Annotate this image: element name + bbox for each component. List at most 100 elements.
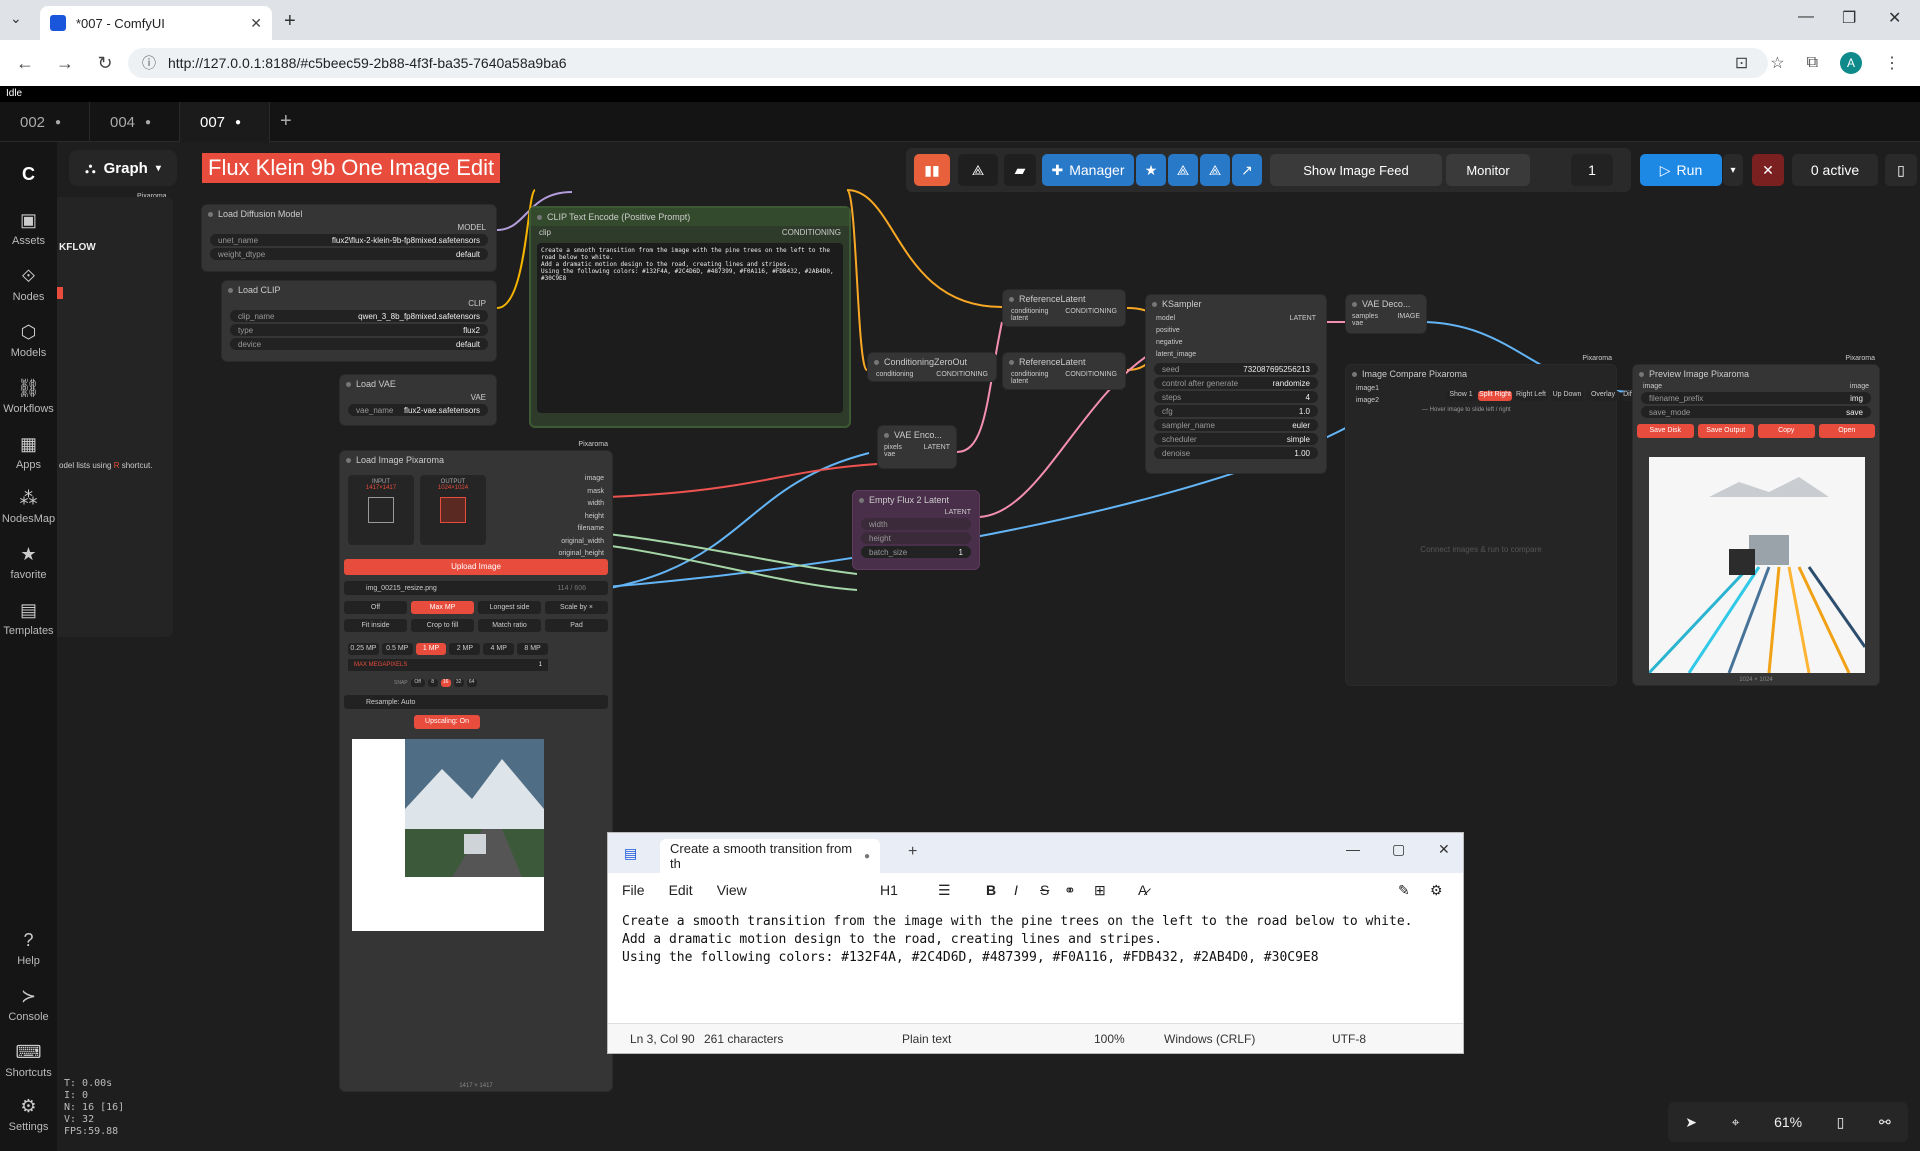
- sidebar-item-shortcuts[interactable]: ⌨ Shortcuts: [0, 1042, 57, 1079]
- italic-icon[interactable]: I: [1014, 882, 1018, 898]
- graph-mode-toggle[interactable]: ⛬ Graph ▾: [69, 150, 177, 186]
- fit-mode-button[interactable]: Fit inside: [344, 619, 407, 632]
- output-mask[interactable]: mask: [558, 486, 604, 499]
- minimap-icon[interactable]: ▯: [1837, 1114, 1845, 1131]
- sidebar-item-assets[interactable]: ▣ Assets: [0, 210, 57, 247]
- star-icon[interactable]: ★: [1136, 154, 1166, 186]
- sidebar-item-apps[interactable]: ▦ Apps: [0, 434, 57, 471]
- notepad-new-tab-icon[interactable]: +: [908, 843, 917, 861]
- input-clip[interactable]: clip: [539, 228, 551, 237]
- snap-button[interactable]: Off: [410, 679, 425, 687]
- resize-mode-button[interactable]: Max MP: [411, 601, 474, 614]
- extensions-icon[interactable]: ⧉: [1807, 54, 1818, 72]
- save-output-button[interactable]: Save Output: [1697, 424, 1754, 438]
- restore-icon[interactable]: ❐: [1842, 8, 1856, 28]
- output-filename[interactable]: filename: [558, 523, 604, 536]
- share-icon[interactable]: ↗: [1232, 154, 1262, 186]
- max-megapixels-field[interactable]: MAX MEGAPIXELS 1: [348, 659, 548, 671]
- strikethrough-icon[interactable]: S: [1040, 882, 1049, 898]
- upload-image-button[interactable]: Upload Image: [344, 559, 608, 575]
- copilot-icon[interactable]: ✎: [1398, 882, 1410, 899]
- input-pixels[interactable]: pixels: [884, 444, 902, 451]
- input-image[interactable]: image: [1643, 383, 1662, 390]
- prompt-textarea[interactable]: Create a smooth transition from the imag…: [537, 243, 843, 413]
- widget-save-mode[interactable]: save_mode save: [1641, 406, 1871, 418]
- menu-view[interactable]: View: [717, 882, 747, 898]
- link-icon[interactable]: ⚭: [1064, 882, 1076, 899]
- mp-preset-button[interactable]: 0.25 MP: [348, 643, 379, 655]
- input-negative[interactable]: negative: [1156, 337, 1316, 349]
- output-conditioning[interactable]: CONDITIONING: [1065, 308, 1117, 315]
- sidebar-item-favorite[interactable]: ★ favorite: [0, 544, 57, 581]
- widget-batch-size[interactable]: batch_size 1: [861, 546, 971, 558]
- node-ksampler[interactable]: KSampler LATENT model positive negative …: [1145, 294, 1327, 474]
- node-vae-decode[interactable]: VAE Deco... samples IMAGE vae: [1345, 294, 1427, 334]
- mp-preset-button[interactable]: 2 MP: [449, 643, 481, 655]
- widget-weight-dtype[interactable]: weight_dtype default: [210, 248, 488, 260]
- bookmark-star-icon[interactable]: ☆: [1770, 53, 1784, 73]
- output-height[interactable]: height: [558, 511, 604, 524]
- node-load-clip[interactable]: Load CLIP CLIP clip_name qwen_3_8b_fp8mix…: [221, 280, 497, 362]
- mp-preset-button[interactable]: 1 MP: [415, 643, 447, 655]
- list-icon[interactable]: ☰: [938, 882, 951, 899]
- model-icon[interactable]: ⟁: [1168, 154, 1198, 186]
- input-vae[interactable]: vae: [878, 451, 956, 458]
- heading-dropdown[interactable]: H1: [880, 882, 898, 898]
- open-button[interactable]: Open: [1818, 424, 1875, 438]
- node-load-vae[interactable]: Load VAE VAE vae_name flux2-vae.safetenso…: [339, 374, 497, 426]
- output-latent[interactable]: LATENT: [1290, 315, 1316, 322]
- snap-button[interactable]: 8: [427, 679, 438, 687]
- fit-mode-button[interactable]: Match ratio: [478, 619, 541, 632]
- workflow-tab-active[interactable]: 007 ●: [180, 102, 270, 142]
- input-conditioning[interactable]: conditioning: [876, 371, 913, 378]
- file-selector[interactable]: img_00215_resize.png 114 / 606: [344, 581, 608, 595]
- node-reference-latent[interactable]: ReferenceLatent conditioning CONDITIONING…: [1002, 352, 1126, 390]
- widget-type[interactable]: type flux2: [230, 324, 488, 336]
- output-image[interactable]: image: [1850, 383, 1869, 390]
- run-options-chevron-icon[interactable]: ▾: [1723, 154, 1743, 186]
- compare-mode-button[interactable]: Right Left: [1514, 391, 1548, 401]
- browser-tab[interactable]: *007 - ComfyUI ✕: [40, 6, 272, 40]
- sidebar-item-settings[interactable]: ⚙ Settings: [0, 1096, 57, 1133]
- site-info-icon[interactable]: ⓘ: [142, 53, 156, 73]
- new-tab-icon[interactable]: +: [284, 10, 296, 33]
- input-conditioning[interactable]: conditioning: [1011, 308, 1048, 315]
- output-image[interactable]: IMAGE: [1397, 313, 1420, 320]
- notepad-settings-icon[interactable]: ⚙: [1430, 882, 1443, 899]
- input-latent[interactable]: latent: [1003, 315, 1125, 322]
- new-workflow-icon[interactable]: +: [280, 110, 292, 133]
- notepad-text-area[interactable]: Create a smooth transition from the imag…: [608, 907, 1463, 1023]
- widget-width[interactable]: width: [861, 518, 971, 530]
- widget-steps[interactable]: steps 4: [1154, 391, 1318, 403]
- compare-mode-button[interactable]: Split Right: [1478, 391, 1512, 401]
- output-model[interactable]: MODEL: [202, 223, 496, 232]
- zoom-level[interactable]: 61%: [1774, 1114, 1802, 1130]
- output-original-width[interactable]: original_width: [558, 536, 604, 549]
- sidebar-item-models[interactable]: ⬡ Models: [0, 322, 57, 359]
- widget-sampler-name[interactable]: sampler_name euler: [1154, 419, 1318, 431]
- widget-unet-name[interactable]: unet_name flux2\flux-2-klein-9b-fp8mixed.…: [210, 234, 488, 246]
- sidebar-item-help[interactable]: ? Help: [0, 930, 57, 967]
- output-latent[interactable]: LATENT: [924, 444, 950, 451]
- mp-preset-button[interactable]: 8 MP: [517, 643, 548, 655]
- queue-panel-icon[interactable]: ▮▮: [914, 154, 950, 186]
- link-visibility-icon[interactable]: ⚯: [1879, 1114, 1891, 1131]
- close-tab-icon[interactable]: ✕: [250, 15, 262, 32]
- notepad-maximize-icon[interactable]: ▢: [1392, 841, 1405, 858]
- compare-mode-button[interactable]: Show 1: [1446, 391, 1476, 401]
- clear-format-icon[interactable]: A̷: [1138, 882, 1147, 898]
- widget-cfg[interactable]: cfg 1.0: [1154, 405, 1318, 417]
- widget-seed[interactable]: seed 732087695256213: [1154, 363, 1318, 375]
- tab-search-icon[interactable]: ⌄: [10, 10, 22, 27]
- node-empty-flux2-latent[interactable]: Empty Flux 2 Latent LATENT width height …: [852, 490, 980, 570]
- copy-button[interactable]: Copy: [1758, 424, 1815, 438]
- output-conditioning[interactable]: CONDITIONING: [1065, 371, 1117, 378]
- resize-mode-button[interactable]: Scale by ×: [545, 601, 608, 614]
- upscaling-toggle[interactable]: Upscaling: On: [414, 715, 480, 729]
- comfy-logo[interactable]: C: [0, 164, 57, 189]
- profile-avatar[interactable]: A: [1840, 52, 1862, 74]
- node-preview-image[interactable]: Pixaroma Preview Image Pixaroma image ima…: [1632, 355, 1880, 686]
- reload-icon[interactable]: ↻: [90, 53, 120, 74]
- resize-mode-button[interactable]: Longest side: [478, 601, 541, 614]
- resample-select[interactable]: Resample: Auto: [344, 695, 608, 709]
